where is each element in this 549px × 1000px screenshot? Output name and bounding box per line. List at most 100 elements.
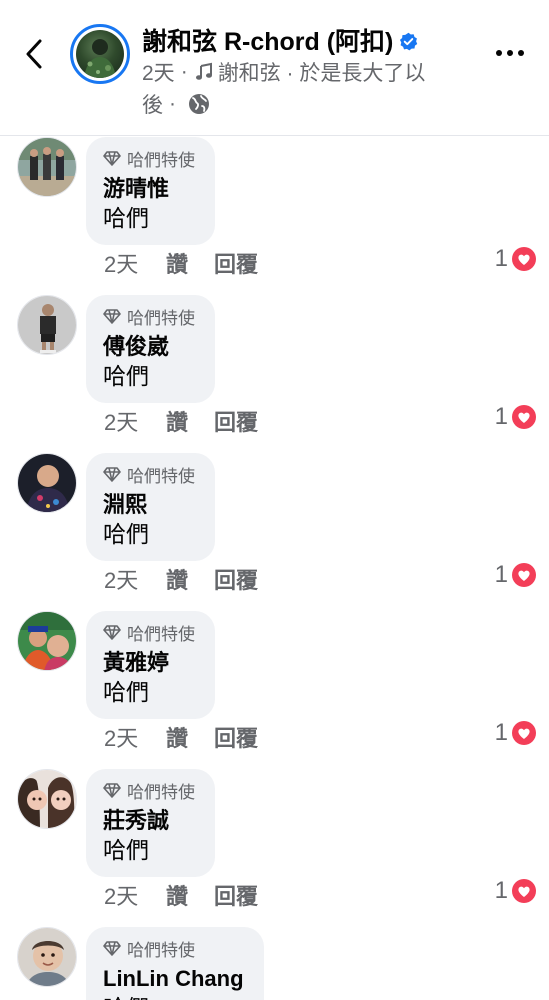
comment-author[interactable]: 游晴惟 <box>103 175 195 203</box>
like-button[interactable]: 讚 <box>166 879 214 911</box>
comment-time[interactable]: 2天 <box>104 405 166 437</box>
verified-badge-icon <box>399 32 418 51</box>
comment-item: 哈們特使 莊秀誠 哈們 2天 讚 回覆 1 <box>0 769 549 927</box>
commenter-avatar[interactable] <box>17 453 77 513</box>
diamond-icon <box>103 939 121 957</box>
comment-time[interactable]: 2天 <box>104 879 166 911</box>
comment-item: 哈們特使 傅俊崴 哈們 2天 讚 回覆 1 <box>0 295 549 453</box>
comment-bubble[interactable]: 哈們特使 傅俊崴 哈們 <box>86 295 215 403</box>
page-name-label[interactable]: 謝和弦 R-chord (阿扣) <box>142 22 393 58</box>
love-reaction-icon <box>511 720 537 746</box>
fan-badge: 哈們特使 <box>103 305 195 328</box>
comment-item: 哈們特使 淵熙 哈們 2天 讚 回覆 1 <box>0 453 549 611</box>
more-options-button[interactable] <box>493 38 527 68</box>
fan-badge-label: 哈們特使 <box>127 466 195 486</box>
comment-actions: 2天 讚 回覆 <box>104 879 258 911</box>
comment-item: 哈們特使 LinLin Chang 哈們 <box>0 927 549 1000</box>
comment-author[interactable]: 黃雅婷 <box>103 649 195 677</box>
commenter-avatar[interactable] <box>17 611 77 671</box>
back-button[interactable] <box>18 34 50 74</box>
song-title-cont[interactable]: 後 <box>142 89 163 119</box>
commenter-avatar[interactable] <box>17 769 77 829</box>
reaction-count-label: 1 <box>494 561 508 588</box>
like-button[interactable]: 讚 <box>166 405 214 437</box>
comment-text: 哈們 <box>103 205 149 231</box>
fan-badge-label: 哈們特使 <box>127 624 195 644</box>
comment-author[interactable]: 莊秀誠 <box>103 807 195 835</box>
diamond-icon <box>103 781 121 799</box>
reaction-count[interactable]: 1 <box>495 561 537 589</box>
comment-text: 哈們 <box>103 993 244 1000</box>
like-button[interactable]: 讚 <box>166 563 214 595</box>
comment-author[interactable]: LinLin Chang <box>103 965 244 993</box>
love-reaction-icon <box>511 878 537 904</box>
comment-actions: 2天 讚 回覆 <box>104 247 258 279</box>
reaction-count[interactable]: 1 <box>495 877 537 905</box>
comment-text: 哈們 <box>103 521 149 547</box>
comment-bubble[interactable]: 哈們特使 LinLin Chang 哈們 <box>86 927 264 1000</box>
reaction-count[interactable]: 1 <box>495 719 537 747</box>
fan-badge-label: 哈們特使 <box>127 150 195 170</box>
post-header: 謝和弦 R-chord (阿扣) 2天 · 謝和弦 · 於是長大了以 後 · <box>0 0 549 136</box>
comment-text: 哈們 <box>103 837 149 863</box>
love-reaction-icon <box>511 404 537 430</box>
reply-button[interactable]: 回覆 <box>214 405 258 437</box>
comment-bubble[interactable]: 哈們特使 莊秀誠 哈們 <box>86 769 215 877</box>
comment-item: 哈們特使 黃雅婷 哈們 2天 讚 回覆 1 <box>0 611 549 769</box>
comment-bubble[interactable]: 哈們特使 黃雅婷 哈們 <box>86 611 215 719</box>
song-title[interactable]: 謝和弦 · 於是長大了以 <box>218 57 426 87</box>
love-reaction-icon <box>511 562 537 588</box>
reaction-count[interactable]: 1 <box>495 245 537 273</box>
love-reaction-icon <box>511 246 537 272</box>
fan-badge: 哈們特使 <box>103 779 195 802</box>
comment-item: 哈們特使 游晴惟 哈們 2天 讚 回覆 1 <box>0 137 549 295</box>
reaction-count-label: 1 <box>494 245 508 272</box>
comment-bubble[interactable]: 哈們特使 淵熙 哈們 <box>86 453 215 561</box>
comment-actions: 2天 讚 回覆 <box>104 405 258 437</box>
reply-button[interactable]: 回覆 <box>214 247 258 279</box>
reaction-count-label: 1 <box>494 877 508 904</box>
globe-icon <box>188 93 210 115</box>
page-name[interactable]: 謝和弦 R-chord (阿扣) <box>142 22 418 58</box>
reply-button[interactable]: 回覆 <box>214 721 258 753</box>
chevron-left-icon <box>26 39 42 69</box>
fan-badge-label: 哈們特使 <box>127 940 195 960</box>
reply-button[interactable]: 回覆 <box>214 879 258 911</box>
reply-button[interactable]: 回覆 <box>214 563 258 595</box>
fan-badge-label: 哈們特使 <box>127 782 195 802</box>
reaction-count-label: 1 <box>494 719 508 746</box>
separator: · <box>180 60 188 83</box>
diamond-icon <box>103 149 121 167</box>
fan-badge: 哈們特使 <box>103 937 244 960</box>
comment-text: 哈們 <box>103 679 149 705</box>
post-meta: 2天 · 謝和弦 · 於是長大了以 <box>142 57 425 87</box>
fan-badge: 哈們特使 <box>103 621 195 644</box>
post-meta-cont: 後 · <box>142 89 210 119</box>
diamond-icon <box>103 623 121 641</box>
commenter-avatar[interactable] <box>17 295 77 355</box>
fan-badge: 哈們特使 <box>103 147 195 170</box>
fan-badge: 哈們特使 <box>103 463 195 486</box>
reaction-count-label: 1 <box>494 403 508 430</box>
fan-badge-label: 哈們特使 <box>127 308 195 328</box>
reaction-count[interactable]: 1 <box>495 403 537 431</box>
like-button[interactable]: 讚 <box>166 247 214 279</box>
diamond-icon <box>103 465 121 483</box>
post-time[interactable]: 2天 <box>142 57 175 87</box>
music-note-icon <box>194 62 214 82</box>
comment-author[interactable]: 傅俊崴 <box>103 333 195 361</box>
page-avatar[interactable] <box>70 24 130 84</box>
comment-text: 哈們 <box>103 363 149 389</box>
comment-time[interactable]: 2天 <box>104 247 166 279</box>
commenter-avatar[interactable] <box>17 927 77 987</box>
comment-time[interactable]: 2天 <box>104 563 166 595</box>
like-button[interactable]: 讚 <box>166 721 214 753</box>
comment-bubble[interactable]: 哈們特使 游晴惟 哈們 <box>86 137 215 245</box>
comment-time[interactable]: 2天 <box>104 721 166 753</box>
comment-actions: 2天 讚 回覆 <box>104 721 258 753</box>
comment-actions: 2天 讚 回覆 <box>104 563 258 595</box>
comment-author[interactable]: 淵熙 <box>103 491 195 519</box>
separator: · <box>169 92 176 115</box>
commenter-avatar[interactable] <box>17 137 77 197</box>
more-icon <box>496 50 524 56</box>
